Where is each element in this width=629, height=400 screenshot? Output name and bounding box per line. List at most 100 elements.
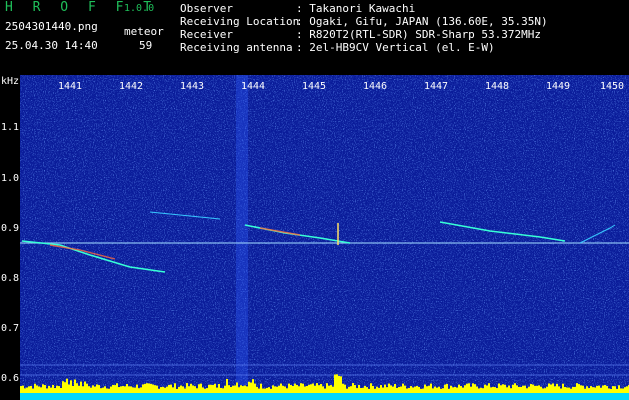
level-bar	[400, 386, 402, 393]
level-bar	[502, 384, 504, 393]
observer-value: : Takanori Kawachi	[296, 2, 416, 15]
level-bar	[490, 387, 492, 393]
meteor-count: 59	[139, 39, 153, 52]
level-bar	[238, 387, 240, 393]
level-bar	[126, 383, 128, 393]
level-bar	[526, 388, 528, 393]
level-bar	[50, 387, 52, 393]
level-bar	[436, 387, 438, 393]
level-bar	[610, 388, 612, 393]
level-bar	[204, 388, 206, 393]
level-bar	[130, 386, 132, 393]
meteor-label: meteor	[124, 25, 164, 38]
x-tick: 1449	[546, 81, 571, 92]
level-bar	[506, 387, 508, 393]
level-bar	[434, 386, 436, 393]
level-bar	[190, 383, 192, 393]
level-bar	[122, 386, 124, 393]
level-bar	[580, 385, 582, 393]
level-bar	[152, 384, 154, 393]
level-bar	[484, 384, 486, 393]
level-bar	[604, 385, 606, 393]
level-bar	[36, 385, 38, 393]
header: H R O F F T 1.0.0 2504301440.png 25.04.3…	[0, 0, 629, 75]
level-bar	[614, 386, 616, 393]
level-bar	[512, 384, 514, 393]
level-bar	[514, 383, 516, 393]
level-bar	[180, 385, 182, 393]
level-bar	[316, 383, 318, 393]
level-bar	[236, 382, 238, 393]
level-bar	[178, 386, 180, 393]
level-bar	[208, 384, 210, 393]
level-bar	[390, 385, 392, 393]
level-bar	[374, 388, 376, 393]
level-bar	[116, 383, 118, 393]
observer-label: Observer	[180, 2, 233, 15]
level-bar	[364, 385, 366, 393]
level-bar	[114, 385, 116, 393]
level-bar	[388, 383, 390, 393]
level-bar	[566, 387, 568, 393]
level-bar	[336, 374, 338, 393]
level-bar	[454, 386, 456, 393]
level-bar	[298, 386, 300, 393]
level-bar	[332, 386, 334, 393]
level-bar	[430, 383, 432, 393]
level-bar	[92, 385, 94, 393]
level-bar	[320, 384, 322, 393]
level-bar	[292, 386, 294, 393]
level-bar	[570, 388, 572, 393]
level-bar	[82, 386, 84, 393]
level-bar	[252, 379, 254, 393]
level-bar	[452, 387, 454, 393]
level-bar	[432, 388, 434, 393]
level-bar	[474, 384, 476, 393]
level-bar	[612, 386, 614, 393]
level-bar	[324, 388, 326, 393]
level-bar	[450, 385, 452, 393]
level-bar	[360, 387, 362, 393]
level-bar	[546, 386, 548, 393]
level-bar	[334, 374, 336, 393]
level-bar	[288, 383, 290, 393]
level-bar	[350, 386, 352, 393]
level-bar	[286, 388, 288, 393]
level-bar	[224, 385, 226, 393]
x-tick: 1441	[58, 81, 83, 92]
level-bar	[456, 387, 458, 393]
level-bar	[460, 386, 462, 393]
level-bar	[470, 386, 472, 393]
level-bar	[338, 375, 340, 393]
x-tick: 1446	[363, 81, 388, 92]
level-bar	[258, 388, 260, 393]
level-bar	[362, 387, 364, 393]
level-bar	[318, 385, 320, 393]
level-bar	[428, 385, 430, 393]
level-bar	[346, 388, 348, 393]
level-bar	[552, 383, 554, 393]
level-bar	[124, 386, 126, 393]
level-bar	[542, 388, 544, 393]
level-bar	[310, 384, 312, 393]
level-bar	[54, 388, 56, 393]
level-bar	[22, 385, 24, 393]
level-bar	[414, 386, 416, 393]
level-bar	[168, 384, 170, 393]
x-tick: 1442	[119, 81, 144, 92]
level-bar	[234, 385, 236, 393]
level-bar	[366, 387, 368, 393]
level-bar	[600, 387, 602, 393]
level-bar	[138, 388, 140, 393]
level-bar	[216, 387, 218, 393]
level-bar	[104, 386, 106, 393]
level-bar	[382, 387, 384, 393]
level-bar	[562, 383, 564, 393]
level-bar	[356, 388, 358, 393]
level-bar	[378, 387, 380, 393]
level-bar	[410, 386, 412, 393]
level-bar	[574, 386, 576, 393]
level-bar	[328, 385, 330, 393]
x-tick: 1444	[241, 81, 266, 92]
level-bar	[66, 378, 68, 393]
